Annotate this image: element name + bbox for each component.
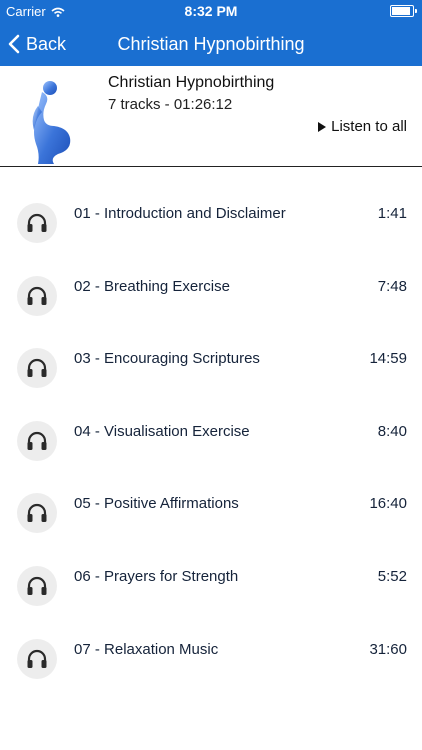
album-artwork: [32, 81, 71, 164]
track-title: 01 - Introduction and Disclaimer: [74, 205, 286, 222]
track-duration: 5:52: [377, 568, 407, 585]
nav-title: Christian Hypnobirthing: [117, 34, 305, 54]
list-item[interactable]: 03 - Encouraging Scriptures 14:59: [0, 312, 422, 388]
track-title: 02 - Breathing Exercise: [74, 278, 230, 295]
headphones-icon: [17, 566, 57, 606]
track-title: 06 - Prayers for Strength: [74, 568, 239, 585]
listen-all-label: Listen to all: [331, 118, 407, 135]
play-icon: [318, 121, 327, 132]
list-item[interactable]: 06 - Prayers for Strength 5:52: [0, 530, 422, 606]
status-time: 8:32 PM: [184, 3, 238, 19]
track-duration: 16:40: [369, 495, 407, 512]
list-item[interactable]: 05 - Positive Affirmations 16:40: [0, 457, 422, 533]
album-meta: 7 tracks - 01:26:12: [108, 96, 233, 113]
track-duration: 7:48: [377, 278, 407, 295]
list-item[interactable]: 07 - Relaxation Music 31:60: [0, 603, 422, 679]
track-duration: 8:40: [377, 423, 407, 440]
battery-icon: [390, 5, 417, 17]
track-title: 04 - Visualisation Exercise: [74, 423, 250, 440]
track-title: 05 - Positive Affirmations: [74, 495, 239, 512]
track-title: 07 - Relaxation Music: [74, 641, 219, 658]
track-duration: 1:41: [377, 205, 407, 222]
nav-bar: Back Christian Hypnobirthing: [0, 22, 422, 66]
list-item[interactable]: 04 - Visualisation Exercise 8:40: [0, 385, 422, 461]
listen-all-button[interactable]: Listen to all: [318, 118, 407, 135]
track-duration: 14:59: [369, 350, 407, 367]
track-duration: 31:60: [369, 641, 407, 658]
album-title: Christian Hypnobirthing: [108, 74, 275, 91]
headphones-icon: [17, 348, 57, 388]
list-item[interactable]: 01 - Introduction and Disclaimer 1:41: [0, 167, 422, 243]
headphones-icon: [17, 421, 57, 461]
track-title: 03 - Encouraging Scriptures: [74, 350, 260, 367]
headphones-icon: [17, 493, 57, 533]
headphones-icon: [17, 639, 57, 679]
list-item[interactable]: 02 - Breathing Exercise 7:48: [0, 240, 422, 316]
headphones-icon: [17, 276, 57, 316]
album-header: Christian Hypnobirthing 7 tracks - 01:26…: [0, 66, 422, 167]
status-bar: Carrier 8:32 PM: [0, 0, 422, 22]
headphones-icon: [17, 203, 57, 243]
